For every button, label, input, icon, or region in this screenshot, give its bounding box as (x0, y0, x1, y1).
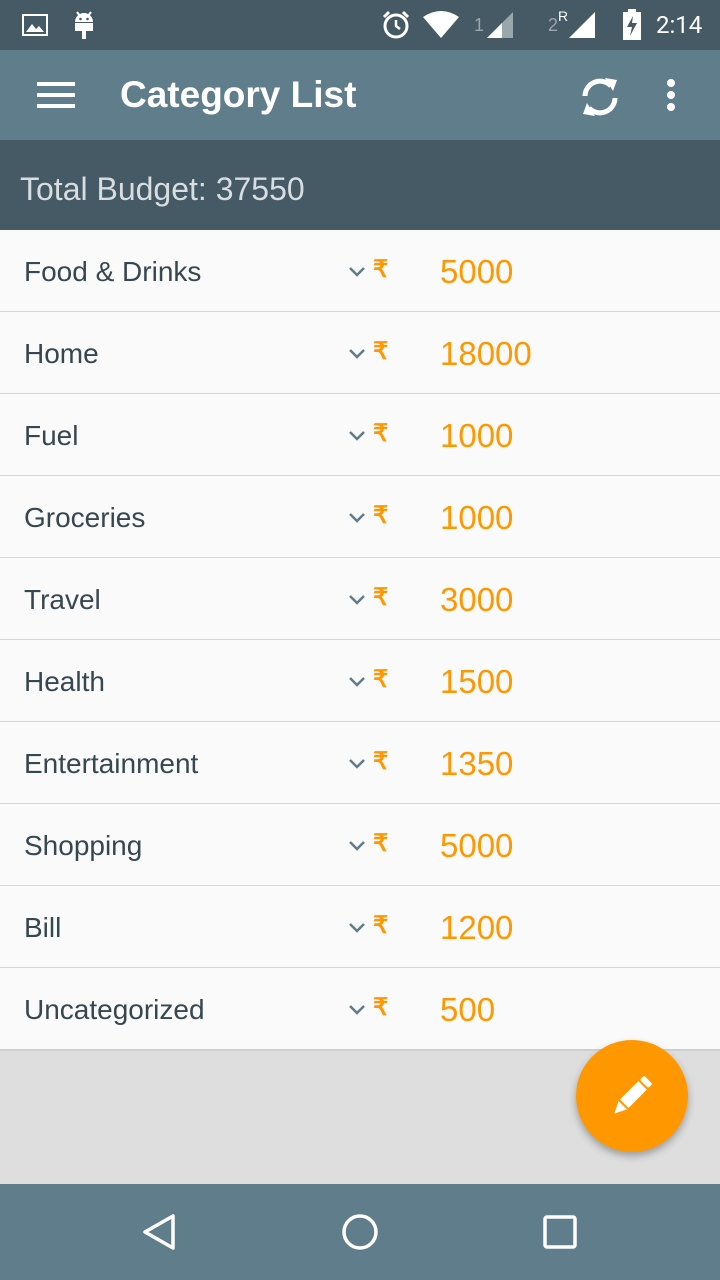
status-time: 2:14 (656, 11, 703, 39)
category-row[interactable]: Food & Drinks ₹ 5000 (0, 230, 720, 312)
category-name: Shopping (24, 830, 143, 861)
chevron-down-icon[interactable] (346, 1000, 368, 1018)
category-row[interactable]: Fuel ₹ 1000 (0, 394, 720, 476)
app-bar: Category List (0, 50, 720, 140)
category-amount[interactable]: 5000 (440, 804, 513, 888)
total-budget-bar: Total Budget: 37550 (0, 140, 720, 230)
roaming-label: R (558, 8, 569, 24)
recents-icon[interactable] (520, 1184, 600, 1280)
total-budget-label: Total Budget: 37550 (20, 171, 305, 207)
category-row[interactable]: Bill ₹ 1200 (0, 886, 720, 968)
category-name: Bill (24, 912, 62, 943)
chevron-down-icon[interactable] (346, 508, 368, 526)
chevron-down-icon[interactable] (346, 672, 368, 690)
more-vert-icon[interactable] (656, 72, 686, 118)
menu-icon[interactable] (30, 77, 82, 113)
category-row[interactable]: Shopping ₹ 5000 (0, 804, 720, 886)
home-icon[interactable] (320, 1184, 400, 1280)
category-amount[interactable]: 500 (440, 968, 495, 1052)
category-name: Fuel (24, 420, 79, 451)
alarm-icon (381, 0, 411, 50)
android-icon (72, 0, 96, 50)
category-row[interactable]: Home ₹ 18000 (0, 312, 720, 394)
category-name: Travel (24, 584, 101, 615)
category-row[interactable]: Uncategorized ₹ 500 (0, 968, 720, 1049)
page-title: Category List (120, 74, 357, 115)
category-amount[interactable]: 1200 (440, 886, 513, 970)
navigation-bar (0, 1184, 720, 1280)
category-amount[interactable]: 18000 (440, 312, 532, 396)
image-icon (22, 0, 48, 50)
status-bar: 1 2 R 2:14 (0, 0, 720, 50)
category-amount[interactable]: 1000 (440, 394, 513, 478)
currency-symbol: ₹ (373, 666, 389, 693)
chevron-down-icon[interactable] (346, 918, 368, 936)
category-amount[interactable]: 5000 (440, 230, 513, 314)
currency-symbol: ₹ (373, 420, 389, 447)
chevron-down-icon[interactable] (346, 426, 368, 444)
category-name: Groceries (24, 502, 146, 533)
chevron-down-icon[interactable] (346, 590, 368, 608)
battery-charging-icon (622, 0, 642, 50)
chevron-down-icon[interactable] (346, 262, 368, 280)
currency-symbol: ₹ (373, 748, 389, 775)
category-name: Home (24, 338, 99, 369)
currency-symbol: ₹ (373, 830, 389, 857)
category-amount[interactable]: 1500 (440, 640, 513, 724)
category-row[interactable]: Entertainment ₹ 1350 (0, 722, 720, 804)
category-name: Uncategorized (24, 994, 205, 1025)
sync-icon[interactable] (572, 70, 628, 124)
chevron-down-icon[interactable] (346, 344, 368, 362)
category-row[interactable]: Health ₹ 1500 (0, 640, 720, 722)
category-list: Food & Drinks ₹ 5000 Home ₹ 18000 Fuel ₹… (0, 230, 720, 1051)
category-row[interactable]: Travel ₹ 3000 (0, 558, 720, 640)
chevron-down-icon[interactable] (346, 836, 368, 854)
category-amount[interactable]: 1350 (440, 722, 513, 806)
currency-symbol: ₹ (373, 338, 389, 365)
category-amount[interactable]: 1000 (440, 476, 513, 560)
currency-symbol: ₹ (373, 994, 389, 1021)
category-name: Entertainment (24, 748, 199, 779)
sim1-label: 1 (474, 14, 485, 35)
category-amount[interactable]: 3000 (440, 558, 513, 642)
back-icon[interactable] (120, 1184, 200, 1280)
sim2-label: 2 (548, 14, 559, 35)
signal-1-icon: 1 (474, 0, 514, 50)
currency-symbol: ₹ (373, 256, 389, 283)
pencil-icon (614, 1076, 652, 1114)
signal-2-roaming-icon: 2 R (548, 0, 596, 50)
currency-symbol: ₹ (373, 584, 389, 611)
currency-symbol: ₹ (373, 912, 389, 939)
edit-fab-button[interactable] (576, 1040, 688, 1152)
chevron-down-icon[interactable] (346, 754, 368, 772)
category-name: Health (24, 666, 105, 697)
wifi-icon (422, 0, 460, 50)
category-row[interactable]: Groceries ₹ 1000 (0, 476, 720, 558)
category-name: Food & Drinks (24, 256, 202, 287)
currency-symbol: ₹ (373, 502, 389, 529)
